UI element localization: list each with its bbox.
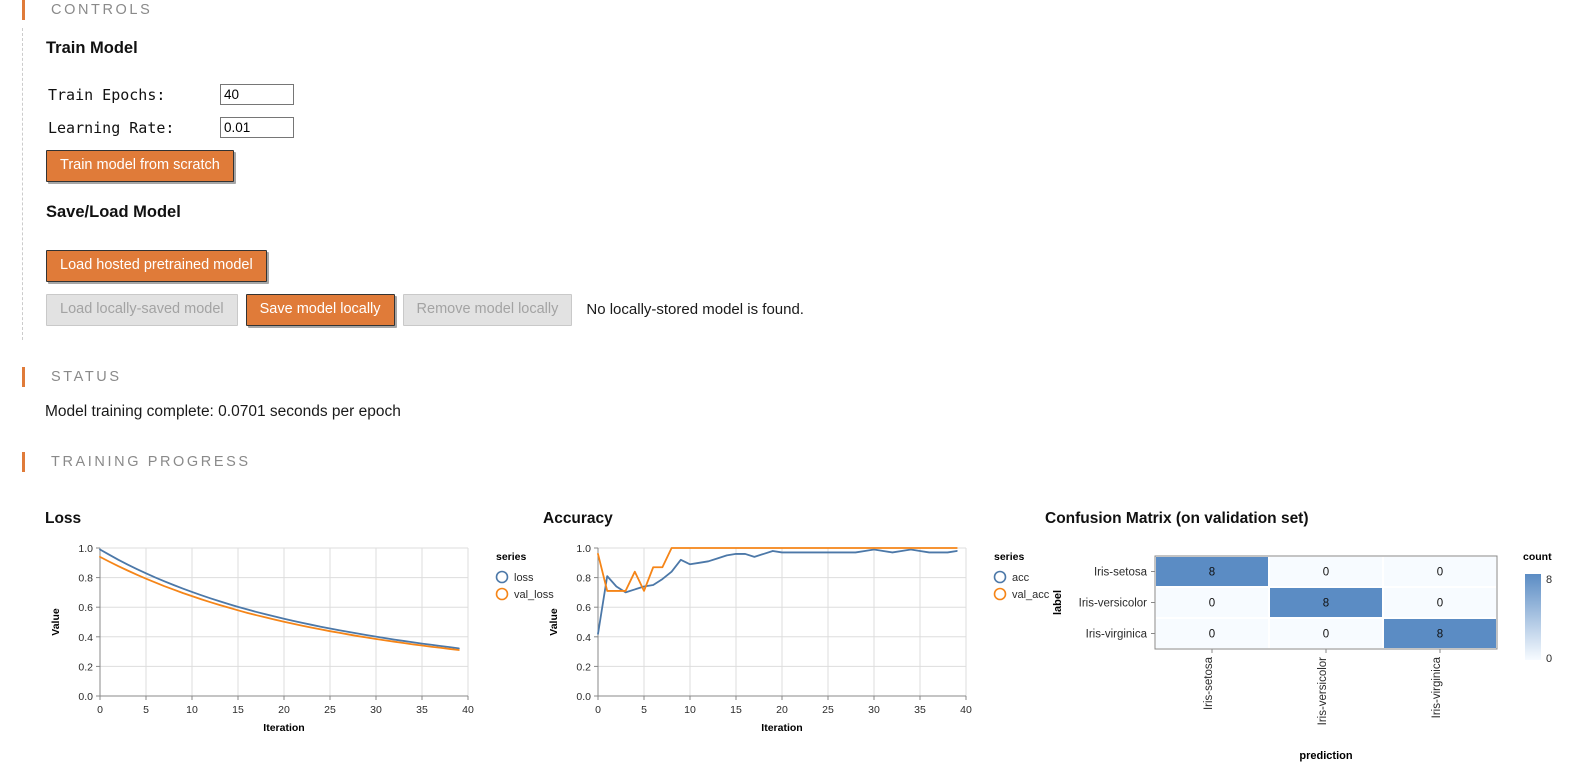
status-section-title: STATUS — [51, 369, 122, 385]
svg-text:0.6: 0.6 — [576, 602, 591, 614]
confusion-matrix-title: Confusion Matrix (on validation set) — [1045, 510, 1309, 527]
svg-text:Iteration: Iteration — [761, 722, 802, 734]
learning-rate-row: Learning Rate: — [48, 117, 294, 138]
svg-text:40: 40 — [960, 704, 972, 716]
svg-text:0: 0 — [1323, 567, 1329, 579]
svg-text:25: 25 — [822, 704, 834, 716]
svg-text:0: 0 — [1546, 653, 1552, 665]
save-model-locally-button[interactable]: Save model locally — [245, 294, 395, 326]
train-epochs-row: Train Epochs: — [48, 84, 294, 105]
train-model-heading: Train Model — [46, 39, 138, 57]
local-model-button-row: Load locally-saved model Save model loca… — [46, 294, 804, 326]
svg-text:Iris-versicolor: Iris-versicolor — [1317, 657, 1329, 726]
svg-text:0: 0 — [1437, 567, 1443, 579]
svg-text:Value: Value — [548, 608, 560, 636]
svg-text:0.8: 0.8 — [78, 573, 93, 585]
svg-text:20: 20 — [278, 704, 290, 716]
svg-text:30: 30 — [370, 704, 382, 716]
status-message: Model training complete: 0.0701 seconds … — [45, 403, 401, 420]
svg-text:count: count — [1523, 551, 1552, 563]
svg-text:prediction: prediction — [1299, 750, 1352, 762]
svg-text:30: 30 — [868, 704, 880, 716]
svg-text:Iris-setosa: Iris-setosa — [1094, 567, 1148, 579]
training-progress-section-header: TRAINING PROGRESS — [22, 452, 251, 472]
save-load-heading: Save/Load Model — [46, 203, 181, 221]
learning-rate-label: Learning Rate: — [48, 118, 175, 137]
svg-text:0.0: 0.0 — [576, 691, 591, 703]
accuracy-chart-svg: 0.0 0.2 0.4 0.6 0.8 1.0 0 5 10 15 20 25 30 35 40 Iterat… — [548, 543, 1050, 734]
train-model-button[interactable]: Train model from scratch — [46, 150, 234, 182]
svg-text:Iris-virginica: Iris-virginica — [1086, 629, 1148, 641]
section-accent-bar — [22, 367, 25, 387]
svg-text:series: series — [496, 551, 527, 563]
loss-chart-svg: 0.0 0.2 0.4 0.6 0.8 1.0 0 5 10 15 20 25 30 35 40 Iterat… — [50, 543, 554, 734]
svg-text:0: 0 — [97, 704, 103, 716]
svg-text:0: 0 — [1209, 598, 1215, 610]
svg-text:Iris-setosa: Iris-setosa — [1203, 656, 1215, 710]
confusion-matrix-svg: 8 0 0 0 8 0 0 0 8 Iris-setosa Iris-versicolor Iris-… — [1052, 551, 1552, 762]
controls-section-header: CONTROLS — [22, 0, 152, 20]
svg-text:8: 8 — [1546, 574, 1552, 586]
train-epochs-input[interactable] — [220, 84, 294, 105]
accuracy-chart-title: Accuracy — [543, 510, 613, 527]
app-root: CONTROLS Train Model Train Epochs: Learn… — [0, 0, 1578, 771]
learning-rate-input[interactable] — [220, 117, 294, 138]
svg-text:Iris-versicolor: Iris-versicolor — [1079, 598, 1148, 610]
accuracy-chart: 0.0 0.2 0.4 0.6 0.8 1.0 0 5 10 15 20 25 30 35 40 Iterat… — [543, 540, 1053, 757]
controls-panel: Train Model Train Epochs: Learning Rate:… — [22, 28, 922, 340]
status-section-header: STATUS — [22, 367, 122, 387]
svg-text:0.4: 0.4 — [78, 632, 93, 644]
svg-text:10: 10 — [186, 704, 198, 716]
section-accent-bar — [22, 452, 25, 472]
svg-text:0.8: 0.8 — [576, 573, 591, 585]
svg-text:1.0: 1.0 — [78, 543, 93, 555]
svg-text:loss: loss — [514, 572, 534, 584]
local-model-status-text: No locally-stored model is found. — [586, 301, 804, 319]
svg-text:0.4: 0.4 — [576, 632, 591, 644]
svg-text:0.2: 0.2 — [576, 661, 591, 673]
load-hosted-pretrained-model-button[interactable]: Load hosted pretrained model — [46, 250, 267, 282]
svg-text:35: 35 — [416, 704, 428, 716]
svg-text:Value: Value — [50, 608, 62, 636]
svg-text:5: 5 — [641, 704, 647, 716]
controls-section-title: CONTROLS — [51, 2, 153, 18]
svg-text:8: 8 — [1209, 567, 1215, 579]
svg-text:15: 15 — [730, 704, 742, 716]
svg-text:15: 15 — [232, 704, 244, 716]
svg-text:label: label — [1052, 590, 1064, 615]
svg-text:Iteration: Iteration — [263, 722, 304, 734]
svg-text:acc: acc — [1012, 572, 1030, 584]
svg-text:1.0: 1.0 — [576, 543, 591, 555]
svg-text:0: 0 — [1323, 629, 1329, 641]
svg-text:20: 20 — [776, 704, 788, 716]
svg-text:8: 8 — [1437, 629, 1443, 641]
svg-text:35: 35 — [914, 704, 926, 716]
svg-text:Iris-virginica: Iris-virginica — [1431, 656, 1443, 718]
svg-text:25: 25 — [324, 704, 336, 716]
section-accent-bar — [22, 0, 25, 20]
svg-text:0: 0 — [1437, 598, 1443, 610]
svg-text:0.0: 0.0 — [78, 691, 93, 703]
load-locally-saved-model-button[interactable]: Load locally-saved model — [46, 294, 238, 326]
svg-text:series: series — [994, 551, 1025, 563]
svg-text:0: 0 — [1209, 629, 1215, 641]
loss-chart-title: Loss — [45, 510, 82, 527]
train-epochs-label: Train Epochs: — [48, 85, 166, 104]
svg-text:0.6: 0.6 — [78, 602, 93, 614]
svg-text:8: 8 — [1323, 598, 1329, 610]
loss-chart: 0.0 0.2 0.4 0.6 0.8 1.0 0 5 10 15 20 25 30 35 40 Iterat… — [45, 540, 555, 757]
svg-text:40: 40 — [462, 704, 474, 716]
svg-text:5: 5 — [143, 704, 149, 716]
svg-text:10: 10 — [684, 704, 696, 716]
svg-text:0.2: 0.2 — [78, 661, 93, 673]
training-progress-section-title: TRAINING PROGRESS — [51, 454, 251, 470]
svg-text:0: 0 — [595, 704, 601, 716]
confusion-matrix: 8 0 0 0 8 0 0 0 8 Iris-setosa Iris-versicolor Iris-… — [1045, 540, 1578, 770]
remove-model-locally-button[interactable]: Remove model locally — [402, 294, 573, 326]
